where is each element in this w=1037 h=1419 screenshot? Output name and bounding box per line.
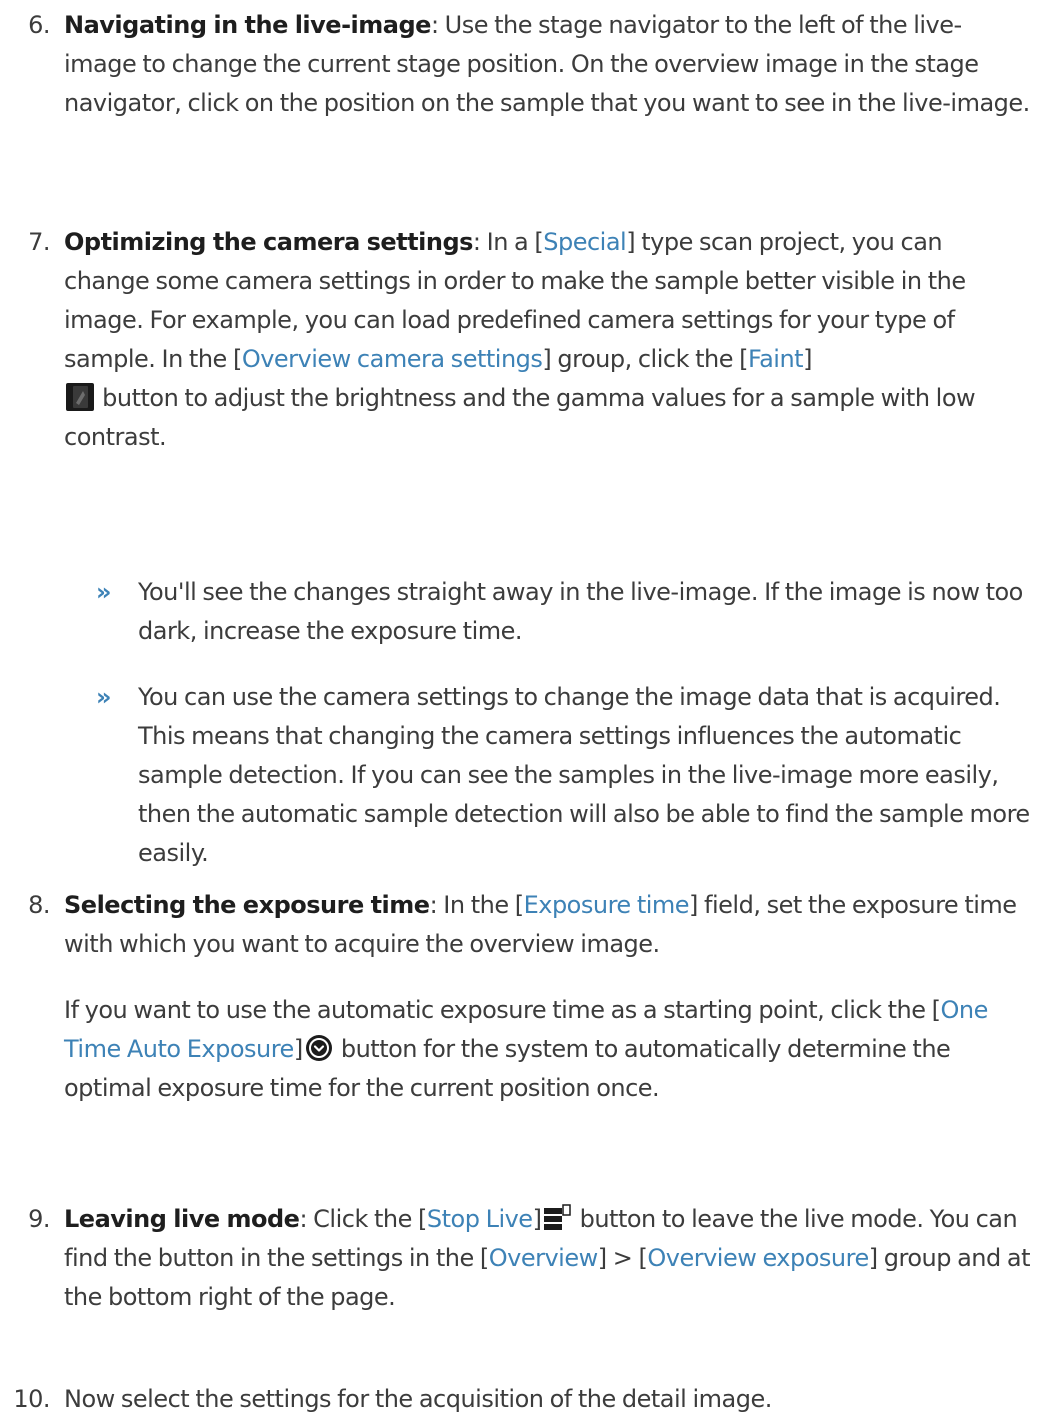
stop-live-icon (543, 1204, 572, 1232)
step-body: Leaving live mode: Click the [Stop Live]… (64, 1200, 1032, 1317)
step-paragraph: Leaving live mode: Click the [Stop Live]… (64, 1200, 1032, 1317)
step-number: 9. (28, 1205, 50, 1233)
step-body: Selecting the exposure time: In the [Exp… (64, 886, 1032, 964)
ui-reference: Special (543, 228, 627, 256)
step-body: Navigating in the live-image: Use the st… (64, 6, 1032, 123)
step-text: : In the [ (429, 891, 525, 919)
step-text: If you want to use the automatic exposur… (64, 996, 941, 1024)
step-text: button to adjust the brightness and the … (64, 384, 976, 451)
ui-reference: Stop Live (426, 1205, 533, 1233)
step-paragraph: Selecting the exposure time: In the [Exp… (64, 886, 1032, 964)
step-number: 10. (13, 1385, 50, 1413)
bullet-icon: » (96, 578, 112, 606)
step-text: ] > [ (597, 1244, 648, 1272)
bullet-icon: » (96, 683, 112, 711)
step-paragraph: Navigating in the live-image: Use the st… (64, 6, 1032, 123)
step-body: Now select the settings for the acquisit… (64, 1380, 1032, 1419)
step-body: Optimizing the camera settings: In a [Sp… (64, 223, 1032, 457)
step-text: ] (532, 1205, 542, 1233)
step-number: 7. (28, 228, 50, 256)
bullet-text: You can use the camera settings to chang… (138, 683, 1030, 867)
auto-exposure-icon (305, 1034, 333, 1062)
step-title: Leaving live mode (64, 1205, 300, 1233)
ui-reference: Faint (747, 345, 804, 373)
step-paragraph: If you want to use the automatic exposur… (64, 991, 1032, 1108)
step-text: Now select the settings for the acquisit… (64, 1385, 772, 1413)
ui-reference: Overview camera settings (241, 345, 543, 373)
step-number: 6. (28, 11, 50, 39)
faint-icon (66, 383, 94, 411)
document-page: 6. Navigating in the live-image: Use the… (0, 0, 1037, 1413)
step-number: 8. (28, 891, 50, 919)
step-title: Selecting the exposure time (64, 891, 430, 919)
step-text: ] (293, 1035, 303, 1063)
ui-reference: Overview (488, 1244, 599, 1272)
ui-reference: Exposure time (523, 891, 690, 919)
step-title: Optimizing the camera settings (64, 228, 473, 256)
step-text: ] (803, 345, 812, 373)
bullet-text: You'll see the changes straight away in … (138, 578, 1023, 645)
ui-reference: Overview exposure (647, 1244, 869, 1272)
step-title: Navigating in the live-image (64, 11, 431, 39)
step-text: : Click the [ (299, 1205, 427, 1233)
step-body: If you want to use the automatic exposur… (64, 991, 1032, 1108)
step-paragraph: Now select the settings for the acquisit… (64, 1380, 1032, 1419)
step-text: : In a [ (472, 228, 544, 256)
step-text: ] group, click the [ (542, 345, 748, 373)
step-paragraph: Optimizing the camera settings: In a [Sp… (64, 223, 1032, 457)
